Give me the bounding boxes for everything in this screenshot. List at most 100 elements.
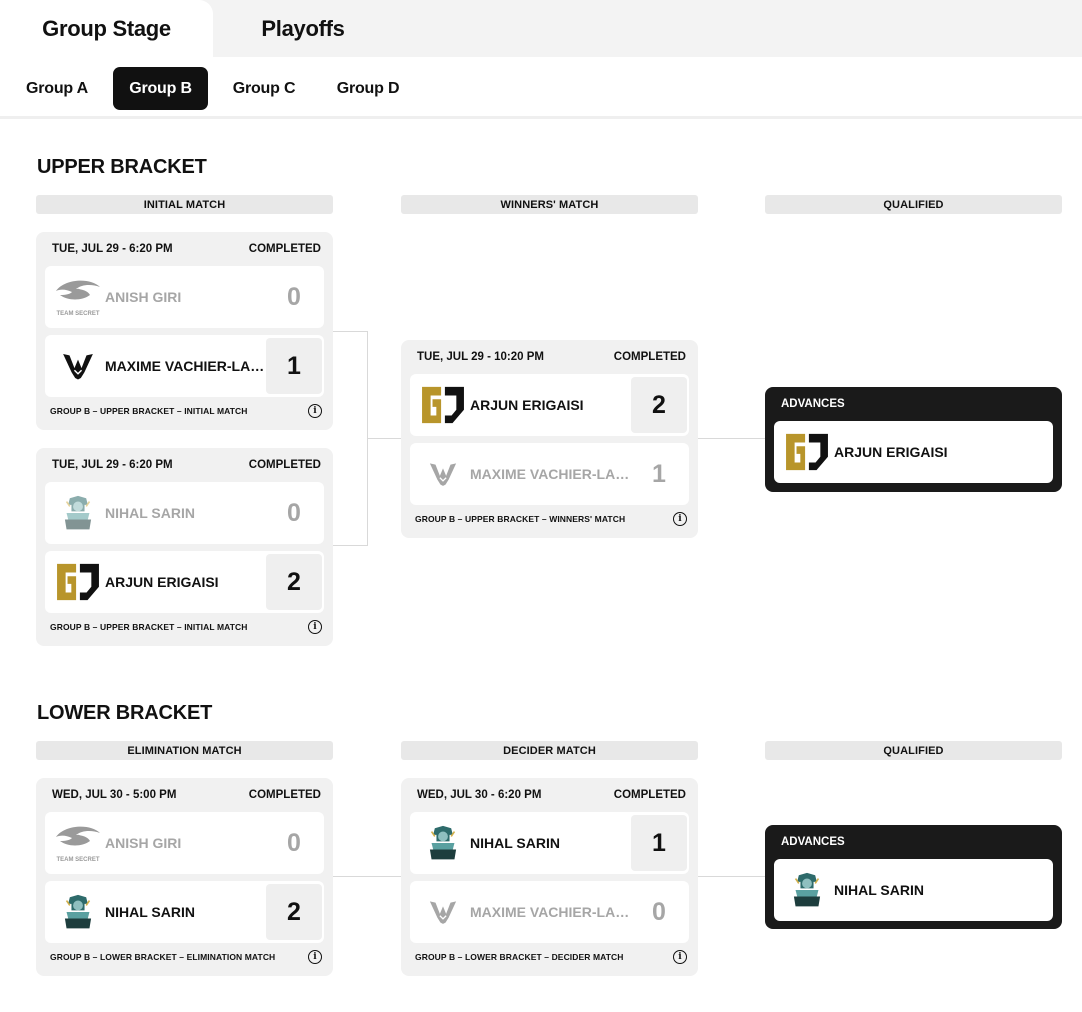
- team-name: NIHAL SARIN: [105, 904, 195, 920]
- team-row[interactable]: NIHAL SARIN: [774, 859, 1053, 921]
- team-score: 0: [287, 498, 301, 527]
- team-row[interactable]: NIHAL SARIN 1: [410, 812, 689, 874]
- match-card[interactable]: TUE, JUL 29 - 6:20 PM COMPLETED TEAM SEC…: [36, 232, 333, 430]
- team-row[interactable]: ARJUN ERIGAISI 2: [45, 551, 324, 613]
- team-row[interactable]: ARJUN ERIGAISI: [774, 421, 1053, 483]
- team-score: 1: [631, 815, 687, 871]
- tab-group-d[interactable]: Group D: [320, 67, 416, 110]
- team-row[interactable]: ARJUN ERIGAISI 2: [410, 374, 689, 436]
- connector-line: [333, 331, 368, 332]
- vitality-logo-icon: [55, 346, 101, 386]
- tab-group-b[interactable]: Group B: [113, 67, 208, 110]
- team-score: 0: [287, 828, 301, 857]
- tab-playoffs[interactable]: Playoffs: [213, 0, 393, 57]
- team-name: NIHAL SARIN: [470, 835, 560, 851]
- match-header: TUE, JUL 29 - 10:20 PM COMPLETED: [417, 351, 686, 363]
- team-row[interactable]: MAXIME VACHIER-LAG... 1: [410, 443, 689, 505]
- col-header-winners-match: WINNERS' MATCH: [401, 195, 698, 214]
- col-header-elimination-match: ELIMINATION MATCH: [36, 741, 333, 760]
- team-row[interactable]: NIHAL SARIN 2: [45, 881, 324, 943]
- col-header-qualified: QUALIFIED: [765, 741, 1062, 760]
- s8ul-logo-icon: [55, 493, 101, 533]
- gen-logo-icon: [784, 432, 830, 472]
- lower-bracket-title: LOWER BRACKET: [37, 702, 213, 724]
- match-card[interactable]: WED, JUL 30 - 6:20 PM COMPLETED NIHAL SA…: [401, 778, 698, 976]
- match-footer: GROUP B – LOWER BRACKET – DECIDER MATCH: [415, 952, 624, 962]
- advances-label: ADVANCES: [781, 398, 845, 410]
- team-score: 2: [631, 377, 687, 433]
- match-status: COMPLETED: [248, 789, 321, 801]
- info-icon[interactable]: i: [308, 404, 322, 418]
- advances-card: ADVANCES NIHAL SARIN: [765, 825, 1062, 929]
- match-date: TUE, JUL 29 - 6:20 PM: [52, 459, 173, 471]
- team-score: 2: [266, 554, 322, 610]
- col-header-qualified: QUALIFIED: [765, 195, 1062, 214]
- match-date: TUE, JUL 29 - 10:20 PM: [417, 351, 544, 363]
- team-score: 1: [652, 459, 666, 488]
- team-name: ARJUN ERIGAISI: [105, 574, 219, 590]
- team-name: MAXIME VACHIER-LAG...: [105, 358, 267, 374]
- match-header: WED, JUL 30 - 5:00 PM COMPLETED: [52, 789, 321, 801]
- match-date: TUE, JUL 29 - 6:20 PM: [52, 243, 173, 255]
- info-icon[interactable]: i: [673, 512, 687, 526]
- s8ul-logo-icon: [784, 870, 830, 910]
- team-score: 1: [266, 338, 322, 394]
- info-icon[interactable]: i: [673, 950, 687, 964]
- s8ul-logo-icon: [420, 823, 466, 863]
- team-score: 0: [287, 282, 301, 311]
- team-name: NIHAL SARIN: [105, 505, 195, 521]
- match-card[interactable]: TUE, JUL 29 - 10:20 PM COMPLETED ARJUN E…: [401, 340, 698, 538]
- match-footer: GROUP B – UPPER BRACKET – WINNERS' MATCH: [415, 514, 626, 524]
- team-score: 2: [266, 884, 322, 940]
- match-header: WED, JUL 30 - 6:20 PM COMPLETED: [417, 789, 686, 801]
- logo-caption: TEAM SECRET: [56, 311, 99, 317]
- team-row[interactable]: MAXIME VACHIER-LAG... 0: [410, 881, 689, 943]
- advances-card: ADVANCES ARJUN ERIGAISI: [765, 387, 1062, 492]
- match-status: COMPLETED: [248, 243, 321, 255]
- match-date: WED, JUL 30 - 5:00 PM: [52, 789, 177, 801]
- team-secret-logo-icon: TEAM SECRET: [55, 823, 101, 863]
- match-status: COMPLETED: [613, 789, 686, 801]
- team-name: MAXIME VACHIER-LAG...: [470, 466, 632, 482]
- tab-group-a[interactable]: Group A: [8, 67, 106, 110]
- connector-line: [333, 876, 401, 877]
- team-row[interactable]: NIHAL SARIN 0: [45, 482, 324, 544]
- team-row[interactable]: TEAM SECRET ANISH GIRI 0: [45, 812, 324, 874]
- team-row[interactable]: MAXIME VACHIER-LAG... 1: [45, 335, 324, 397]
- match-header: TUE, JUL 29 - 6:20 PM COMPLETED: [52, 243, 321, 255]
- match-footer: GROUP B – LOWER BRACKET – ELIMINATION MA…: [50, 952, 276, 962]
- match-footer: GROUP B – UPPER BRACKET – INITIAL MATCH: [50, 622, 248, 632]
- info-icon[interactable]: i: [308, 950, 322, 964]
- match-status: COMPLETED: [613, 351, 686, 363]
- logo-caption: TEAM SECRET: [56, 857, 99, 863]
- tab-group-c[interactable]: Group C: [216, 67, 312, 110]
- team-row[interactable]: TEAM SECRET ANISH GIRI 0: [45, 266, 324, 328]
- match-card[interactable]: TUE, JUL 29 - 6:20 PM COMPLETED NIHAL SA…: [36, 448, 333, 646]
- gen-logo-icon: [55, 562, 101, 602]
- team-name: ARJUN ERIGAISI: [834, 444, 948, 460]
- upper-bracket-title: UPPER BRACKET: [37, 156, 207, 178]
- match-status: COMPLETED: [248, 459, 321, 471]
- col-header-initial-match: INITIAL MATCH: [36, 195, 333, 214]
- info-icon[interactable]: i: [308, 620, 322, 634]
- team-name: ARJUN ERIGAISI: [470, 397, 584, 413]
- team-name: NIHAL SARIN: [834, 882, 924, 898]
- vitality-logo-icon: [420, 892, 466, 932]
- connector-line: [333, 545, 368, 546]
- team-name: MAXIME VACHIER-LAG...: [470, 904, 632, 920]
- s8ul-logo-icon: [55, 892, 101, 932]
- match-card[interactable]: WED, JUL 30 - 5:00 PM COMPLETED TEAM SEC…: [36, 778, 333, 976]
- tab-group-stage[interactable]: Group Stage: [0, 0, 213, 57]
- team-name: ANISH GIRI: [105, 835, 182, 851]
- gen-logo-icon: [420, 385, 466, 425]
- team-score: 0: [652, 897, 666, 926]
- match-header: TUE, JUL 29 - 6:20 PM COMPLETED: [52, 459, 321, 471]
- stage-tabs: Group Stage Playoffs: [0, 0, 1082, 57]
- match-footer: GROUP B – UPPER BRACKET – INITIAL MATCH: [50, 406, 248, 416]
- match-date: WED, JUL 30 - 6:20 PM: [417, 789, 542, 801]
- connector-line: [698, 438, 765, 439]
- col-header-decider-match: DECIDER MATCH: [401, 741, 698, 760]
- vitality-logo-icon: [420, 454, 466, 494]
- group-tabs: Group A Group B Group C Group D: [0, 57, 1082, 119]
- team-secret-logo-icon: TEAM SECRET: [55, 277, 101, 317]
